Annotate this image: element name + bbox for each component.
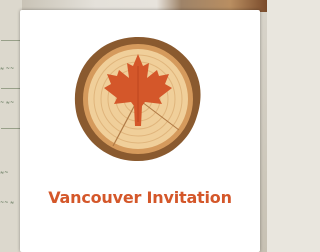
- card-title: Vancouver Invitation: [48, 188, 232, 207]
- note-scribble: ~ ≈~: [0, 100, 15, 106]
- background-collage-right: [259, 12, 267, 252]
- note-line: [1, 128, 20, 129]
- note-line: [1, 40, 20, 41]
- background-collage-left: ≈ ~~ ~ ≈~ ≈~ ~~ ≈: [0, 0, 22, 252]
- note-scribble: ≈~: [0, 170, 9, 176]
- note-scribble: ~~ ≈: [0, 200, 15, 206]
- maple-leaf-tree-ring-icon: [74, 37, 201, 161]
- invitation-card[interactable]: Vancouver Invitation: [20, 10, 260, 252]
- note-line: [1, 88, 20, 89]
- note-scribble: ≈ ~~: [0, 66, 15, 72]
